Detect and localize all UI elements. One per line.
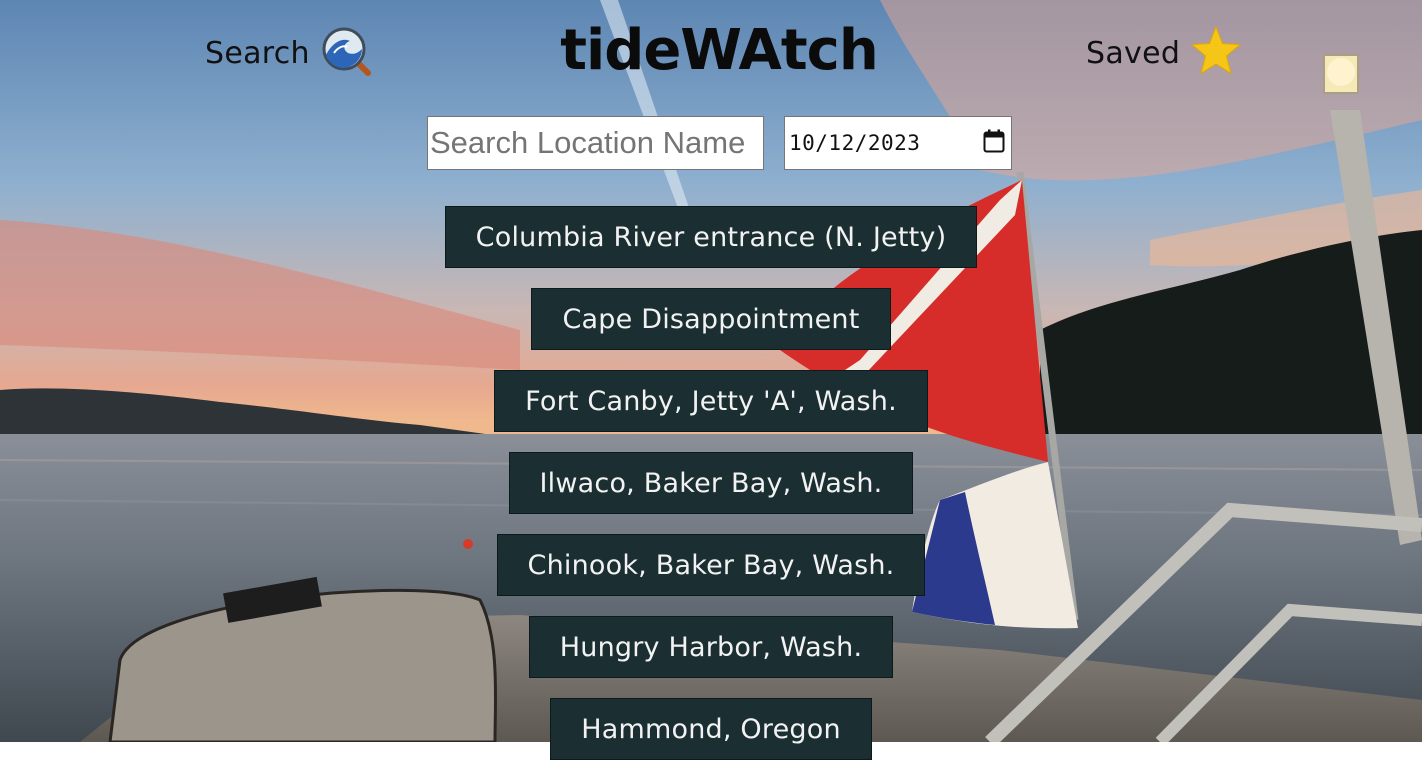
location-button[interactable]: Cape Disappointment [531, 288, 891, 350]
location-button[interactable]: Hungry Harbor, Wash. [528, 616, 894, 678]
nav-saved-label: Saved [1086, 35, 1181, 71]
location-button[interactable]: Ilwaco, Baker Bay, Wash. [508, 452, 914, 514]
date-value: 10/12/2023 [789, 131, 921, 155]
search-input[interactable] [427, 116, 764, 170]
location-button[interactable]: Hammond, Oregon [550, 698, 872, 760]
location-button[interactable]: Columbia River entrance (N. Jetty) [444, 206, 978, 268]
location-button[interactable]: Fort Canby, Jetty 'A', Wash. [494, 370, 928, 432]
date-input[interactable]: 10/12/2023 [784, 116, 1012, 170]
location-button[interactable]: Chinook, Baker Bay, Wash. [496, 534, 926, 596]
nav-saved-link[interactable]: Saved [1086, 25, 1242, 81]
calendar-icon[interactable] [983, 129, 1005, 157]
location-results-list: Columbia River entrance (N. Jetty) Cape … [0, 206, 1422, 760]
star-icon [1190, 25, 1242, 81]
